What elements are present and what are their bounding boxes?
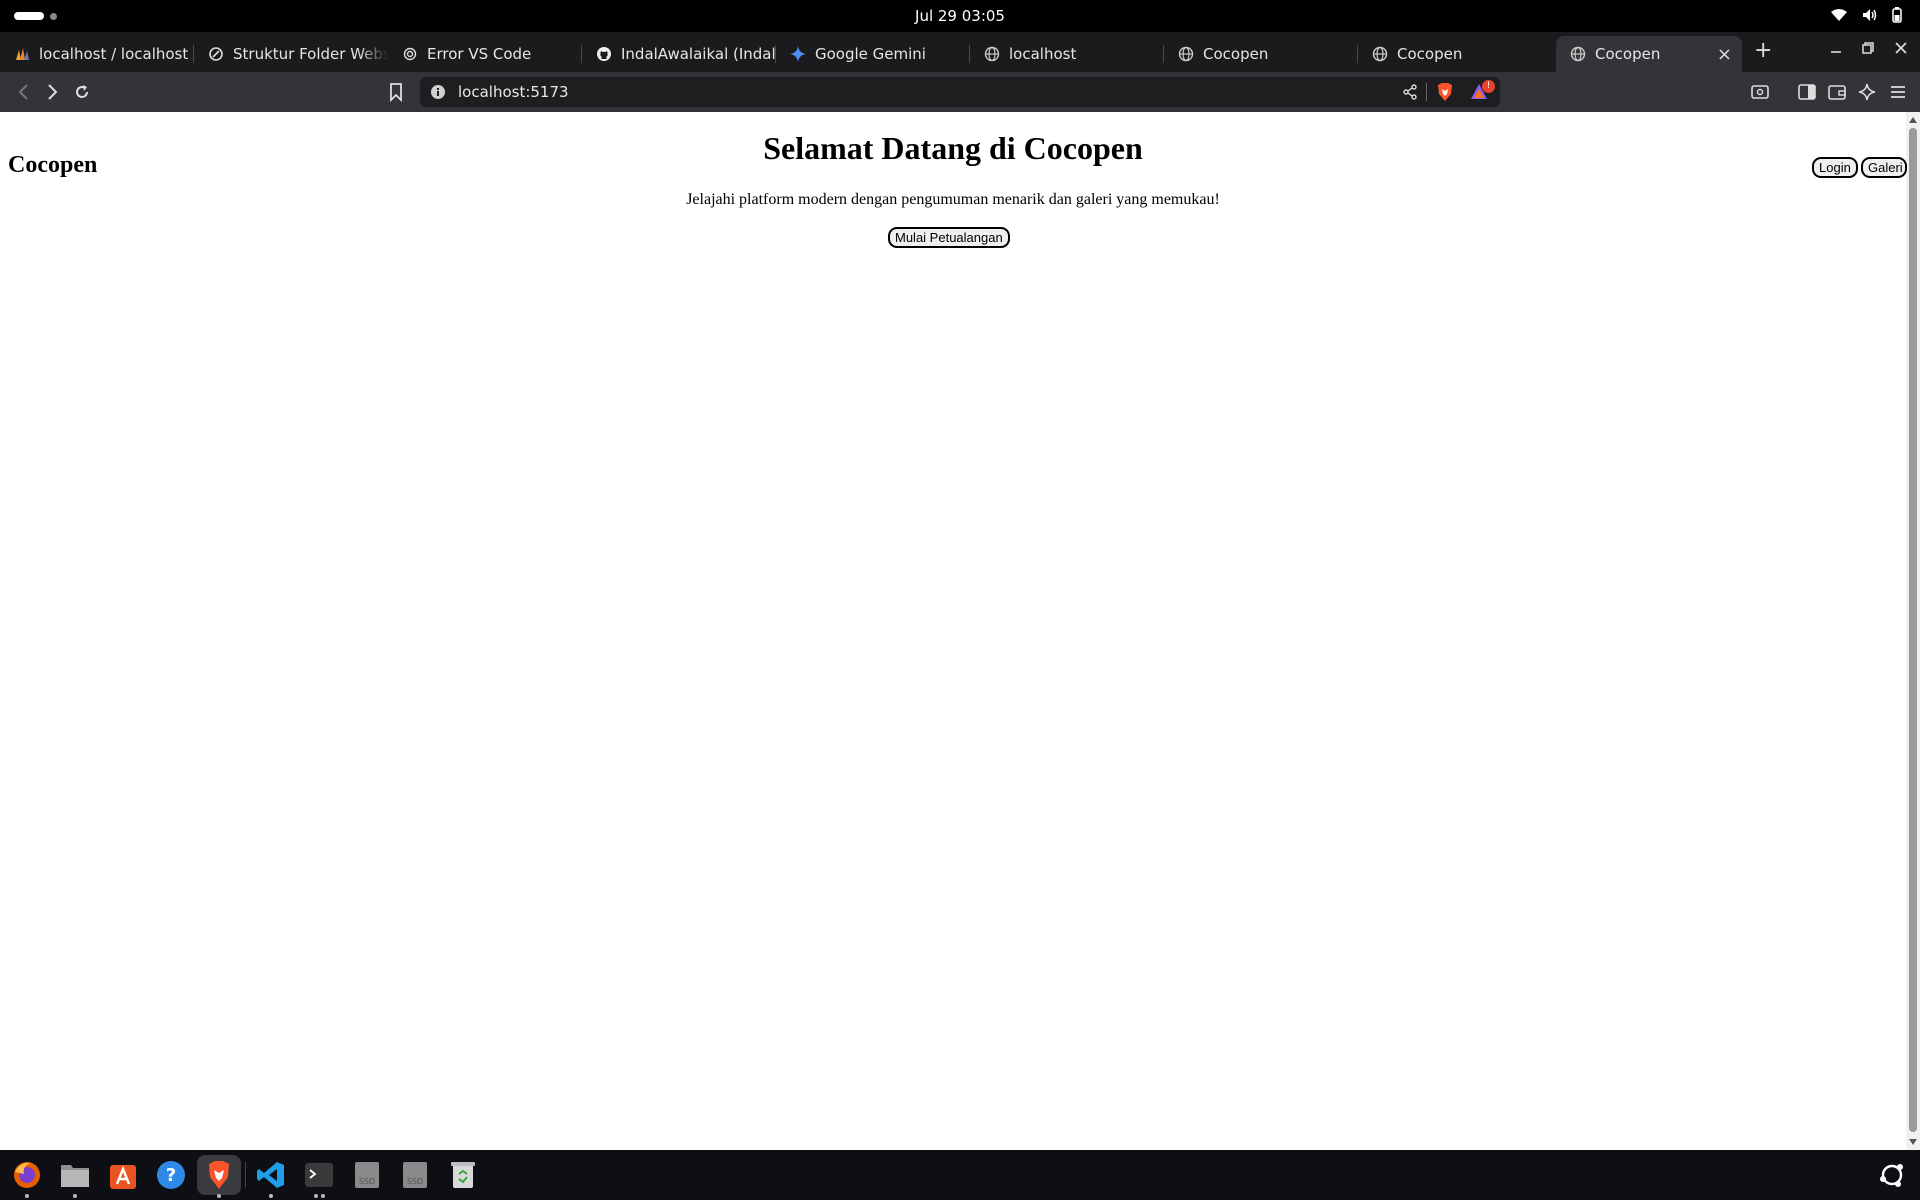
menu-icon[interactable] [1888, 82, 1908, 106]
app-center-icon[interactable] [106, 1158, 140, 1192]
tab-error-vs-code[interactable]: Error VS Code [388, 36, 582, 72]
forward-arrow-icon [48, 84, 58, 100]
hero-subtitle: Jelajahi platform modern dengan pengumum… [686, 191, 1220, 208]
wifi-icon [1831, 9, 1847, 21]
globe-icon [1570, 46, 1586, 62]
reload-icon [76, 85, 88, 98]
address-bar-divider [1426, 83, 1427, 101]
gallery-button[interactable]: Galeri [1861, 157, 1907, 178]
close-tab-icon[interactable]: × [1717, 44, 1732, 65]
tab-title: Cocopen [1595, 45, 1661, 63]
battery-icon [1892, 7, 1902, 23]
volume-icon [1863, 9, 1877, 21]
tab-cocopen-active[interactable]: Cocopen × [1556, 36, 1742, 72]
ssd-drive-icon[interactable]: SSD [398, 1158, 432, 1192]
show-apps-icon[interactable] [1875, 1158, 1909, 1192]
minimize-window-button[interactable] [1830, 39, 1842, 58]
tab-localhost[interactable]: localhost [970, 36, 1164, 72]
notification-badge: ! [1482, 80, 1495, 93]
tab-title: localhost [1009, 45, 1077, 63]
help-icon[interactable]: ? [154, 1158, 188, 1192]
brave-shields-icon[interactable] [1436, 82, 1454, 106]
tab-title: localhost / localhost / [39, 45, 194, 63]
scrollbar-overlay-spacer [1906, 112, 1920, 1150]
tab-title: Error VS Code [427, 45, 532, 63]
bookmark-button[interactable] [388, 82, 404, 106]
running-indicator [217, 1194, 221, 1198]
globe-icon [984, 46, 1000, 62]
sidebar-icon[interactable] [1797, 82, 1817, 106]
leo-ai-icon[interactable] [1857, 82, 1877, 106]
browser-toolbar: localhost:5173 [0, 72, 1920, 112]
tab-cocopen-1[interactable]: Cocopen [1164, 36, 1358, 72]
tab-google-gemini[interactable]: Google Gemini [776, 36, 970, 72]
firefox-icon[interactable] [10, 1158, 44, 1192]
running-indicator [269, 1194, 273, 1198]
page-viewport: Cocopen Selamat Datang di Cocopen Jelaja… [0, 112, 1920, 1150]
bookmark-icon [390, 83, 402, 103]
gemini-icon [790, 46, 806, 62]
hero-title: Selamat Datang di Cocopen [763, 130, 1143, 166]
address-bar[interactable]: localhost:5173 [420, 77, 1500, 107]
back-button[interactable] [14, 82, 34, 106]
running-indicator [25, 1194, 29, 1198]
system-top-bar: Jul 29 03:05 [0, 0, 1920, 32]
maximize-window-button[interactable] [1862, 39, 1874, 58]
clock[interactable]: Jul 29 03:05 [0, 7, 1920, 25]
site-info-icon[interactable] [430, 84, 446, 104]
phpmyadmin-icon [14, 46, 30, 62]
svg-text:?: ? [166, 1165, 176, 1186]
openai-icon [402, 46, 418, 62]
globe-icon [1372, 46, 1388, 62]
login-button[interactable]: Login [1812, 157, 1858, 178]
running-indicator [314, 1194, 318, 1198]
browser-tab-strip: localhost / localhost / Struktur Folder … [0, 32, 1920, 72]
tab-fade [358, 36, 388, 72]
trash-icon[interactable] [446, 1158, 480, 1192]
tab-title: IndalAwalaikal (Indal [621, 45, 776, 63]
reload-button[interactable] [72, 82, 92, 106]
github-icon [596, 46, 612, 62]
running-indicator [73, 1194, 77, 1198]
new-tab-button[interactable]: + [1754, 38, 1772, 63]
tab-title: Cocopen [1203, 45, 1269, 63]
tab-struktur-folder[interactable]: Struktur Folder Website [194, 36, 388, 72]
files-icon[interactable] [58, 1158, 92, 1192]
tab-title: Cocopen [1397, 45, 1463, 63]
taskbar-dock: ? SSD SSD [0, 1150, 1920, 1200]
vscode-icon[interactable] [254, 1158, 288, 1192]
tab-phpmyadmin[interactable]: localhost / localhost / [0, 36, 194, 72]
running-indicator [321, 1194, 325, 1198]
tab-title: Google Gemini [815, 45, 926, 63]
close-window-button[interactable] [1895, 39, 1907, 58]
chatgpt-icon [208, 46, 224, 62]
brave-icon[interactable] [197, 1155, 241, 1195]
share-icon[interactable] [1402, 84, 1418, 104]
system-tray[interactable] [1830, 7, 1902, 23]
reader-mode-icon[interactable] [1750, 82, 1770, 106]
start-adventure-button[interactable]: Mulai Petualangan [888, 227, 1010, 248]
terminal-icon[interactable] [302, 1158, 336, 1192]
globe-icon [1178, 46, 1194, 62]
ssd-drive-icon[interactable]: SSD [350, 1158, 384, 1192]
url-text[interactable]: localhost:5173 [458, 83, 569, 101]
tab-cocopen-2[interactable]: Cocopen [1358, 36, 1552, 72]
dock-separator [245, 1162, 246, 1188]
tab-github[interactable]: IndalAwalaikal (Indal [582, 36, 776, 72]
drive-label: SSD [359, 1177, 375, 1186]
back-arrow-icon [18, 84, 28, 100]
forward-button[interactable] [42, 82, 62, 106]
drive-label: SSD [407, 1177, 423, 1186]
wallet-icon[interactable] [1827, 82, 1847, 106]
